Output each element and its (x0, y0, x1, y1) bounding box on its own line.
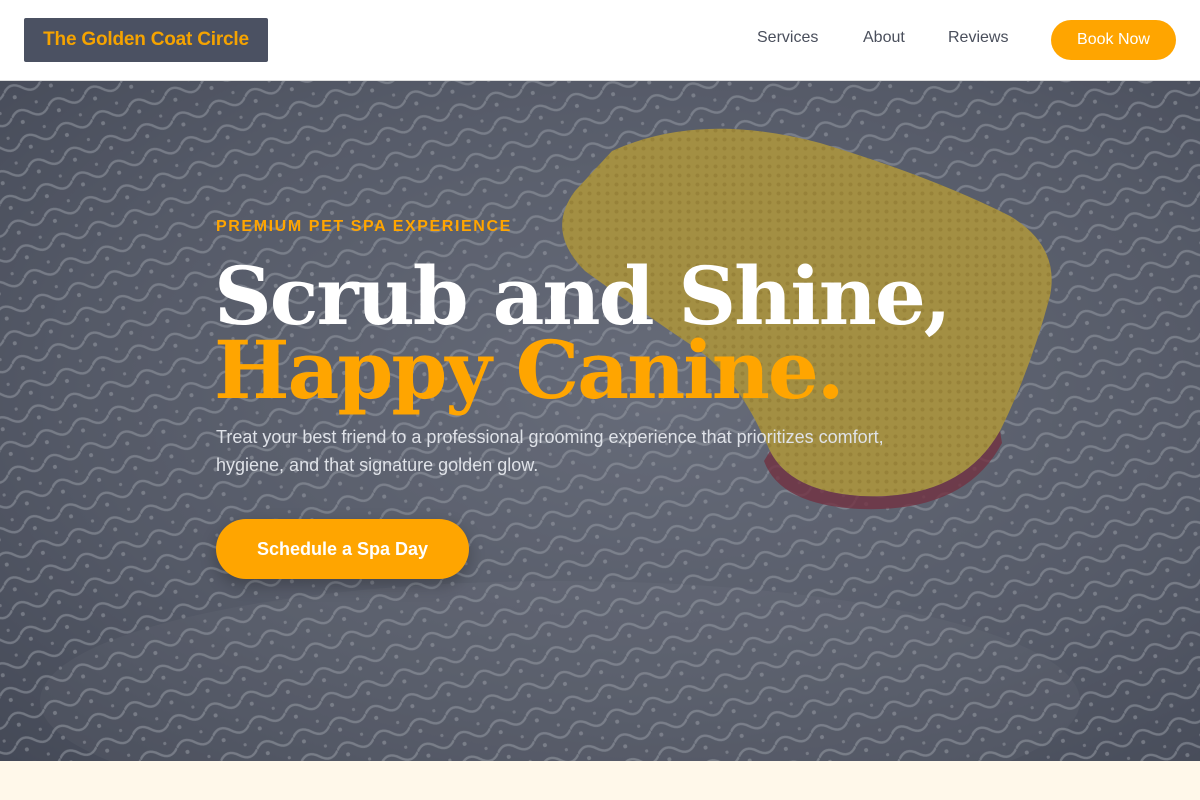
brand-name: The Golden Coat Circle (43, 29, 249, 50)
hero-headline-line2: Happy Canine. (214, 323, 845, 417)
nav-link-reviews[interactable]: Reviews (948, 29, 1008, 47)
top-navbar: The Golden Coat Circle Services About Re… (0, 0, 1200, 81)
brand-logo[interactable]: The Golden Coat Circle (24, 18, 268, 62)
hero-section: PREMIUM PET SPA EXPERIENCE Scrub and Shi… (0, 81, 1200, 761)
schedule-spa-day-button[interactable]: Schedule a Spa Day (216, 519, 469, 579)
nav-link-about[interactable]: About (863, 29, 905, 47)
next-section (0, 761, 1200, 800)
hero-overlay (0, 81, 1200, 761)
hero-description: Treat your best friend to a professional… (216, 427, 884, 475)
book-now-button[interactable]: Book Now (1051, 20, 1176, 60)
hero-eyebrow: PREMIUM PET SPA EXPERIENCE (216, 218, 512, 235)
nav-link-services[interactable]: Services (757, 29, 818, 47)
